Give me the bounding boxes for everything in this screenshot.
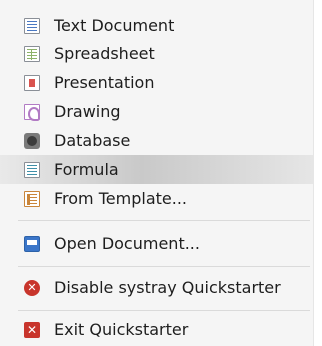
menu-item-disable-quickstarter[interactable]: ✕ Disable systray Quickstarter <box>0 273 314 302</box>
close-x-icon: ✕ <box>24 322 40 338</box>
spreadsheet-icon <box>24 46 40 62</box>
menu-item-label: From Template... <box>54 189 187 208</box>
quickstarter-context-menu: Text Document Spreadsheet Presentation D… <box>0 0 314 346</box>
menu-item-spreadsheet[interactable]: Spreadsheet <box>0 39 314 68</box>
menu-item-label: Text Document <box>54 16 175 35</box>
menu-item-label: Drawing <box>54 102 121 121</box>
text-document-icon <box>24 18 40 34</box>
menu-item-label: Exit Quickstarter <box>54 320 189 339</box>
database-icon <box>24 133 40 149</box>
menu-item-label: Open Document... <box>54 234 200 253</box>
menu-item-open-document[interactable]: Open Document... <box>0 229 314 258</box>
menu-separator <box>18 310 310 311</box>
menu-separator <box>18 266 310 267</box>
menu-item-label: Disable systray Quickstarter <box>54 278 281 297</box>
menu-item-label: Spreadsheet <box>54 44 155 63</box>
menu-item-presentation[interactable]: Presentation <box>0 68 314 97</box>
menu-item-label: Formula <box>54 160 119 179</box>
no-entry-icon: ✕ <box>24 280 40 296</box>
menu-item-exit-quickstarter[interactable]: ✕ Exit Quickstarter <box>0 315 314 344</box>
menu-item-label: Database <box>54 131 131 150</box>
formula-icon <box>24 162 40 178</box>
open-folder-icon <box>24 236 40 252</box>
menu-item-from-template[interactable]: From Template... <box>0 184 314 213</box>
menu-item-drawing[interactable]: Drawing <box>0 97 314 126</box>
menu-item-label: Presentation <box>54 73 155 92</box>
drawing-icon <box>24 104 40 121</box>
menu-item-text-document[interactable]: Text Document <box>0 11 314 40</box>
template-icon <box>24 191 40 207</box>
menu-separator <box>18 220 310 221</box>
menu-item-database[interactable]: Database <box>0 126 314 155</box>
presentation-icon <box>24 75 40 91</box>
menu-item-formula[interactable]: Formula <box>0 155 314 184</box>
